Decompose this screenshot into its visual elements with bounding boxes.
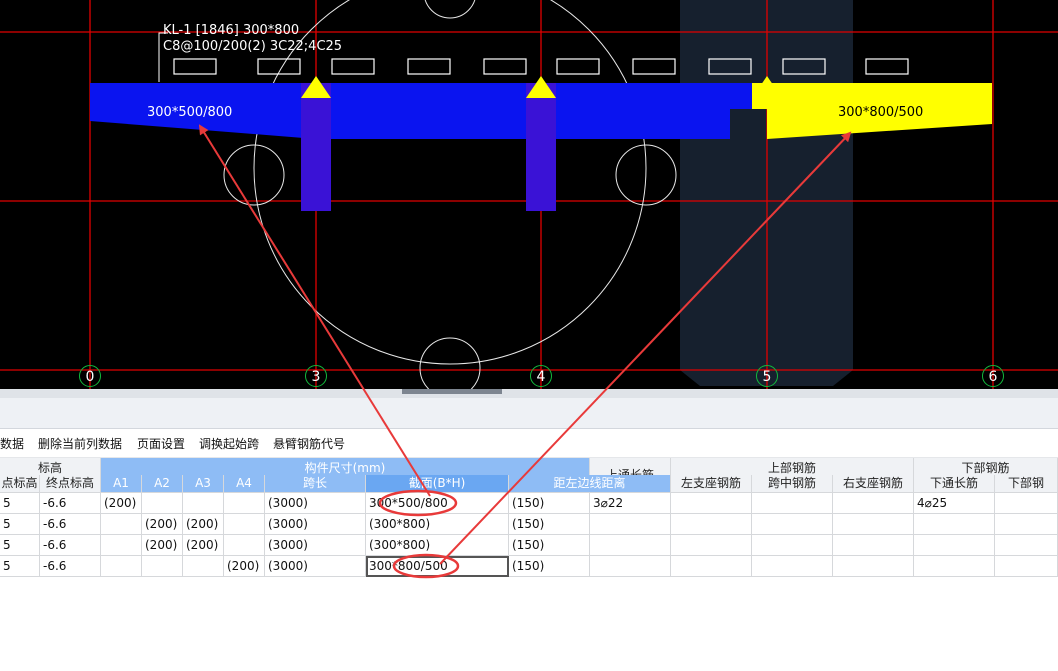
col-mid-span-rebar[interactable]: 跨中钢筋 — [752, 475, 833, 493]
table-cell[interactable] — [671, 514, 752, 535]
axis-marker: 0 — [79, 365, 101, 387]
panel-tab-strip — [0, 398, 1058, 429]
column-3[interactable] — [301, 83, 331, 211]
pile-circles — [223, 0, 677, 389]
table-cell[interactable]: (200) — [142, 535, 183, 556]
table-cell[interactable]: 5 — [0, 556, 40, 577]
col-bottom-rebar[interactable]: 下部钢 — [995, 475, 1058, 493]
cad-graphics — [0, 0, 1058, 389]
col-start-elevation[interactable]: 点标高 — [0, 475, 40, 493]
column-4[interactable] — [526, 83, 556, 211]
table-cell[interactable]: 5 — [0, 493, 40, 514]
table-cell[interactable] — [914, 535, 995, 556]
table-cell[interactable]: (3000) — [265, 556, 366, 577]
table-cell[interactable]: (150) — [509, 514, 590, 535]
table-cell[interactable] — [995, 493, 1058, 514]
table-cell[interactable]: (150) — [509, 493, 590, 514]
table-cell[interactable] — [752, 556, 833, 577]
axis-marker: 5 — [756, 365, 778, 387]
table-cell[interactable] — [914, 556, 995, 577]
table-cell[interactable]: (3000) — [265, 535, 366, 556]
table-cell[interactable]: (200) — [183, 535, 224, 556]
table-cell[interactable]: (200) — [101, 493, 142, 514]
splitter-grip[interactable] — [402, 389, 502, 394]
axis-marker: 3 — [305, 365, 327, 387]
table-cell[interactable] — [224, 493, 265, 514]
right-section-label: 300*800/500 — [838, 105, 924, 120]
table-cell[interactable] — [101, 535, 142, 556]
table-cell[interactable] — [142, 493, 183, 514]
panel-splitter[interactable] — [0, 389, 1058, 398]
delete-column-data-button[interactable]: 删除当前列数据 — [38, 435, 122, 452]
col-right-support-rebar[interactable]: 右支座钢筋 — [833, 475, 914, 493]
col-a4[interactable]: A4 — [224, 475, 265, 493]
table-cell[interactable]: (150) — [509, 535, 590, 556]
table-cell[interactable] — [101, 556, 142, 577]
table-cell[interactable] — [752, 535, 833, 556]
table-cell[interactable] — [995, 556, 1058, 577]
table-cell[interactable] — [142, 556, 183, 577]
table-cell[interactable] — [833, 556, 914, 577]
table-cell[interactable] — [671, 535, 752, 556]
table-cell[interactable]: (200) — [224, 556, 265, 577]
swap-start-span-button[interactable]: 调换起始跨 — [199, 435, 259, 452]
table-cell[interactable]: (3000) — [265, 514, 366, 535]
table-cell[interactable]: 5 — [0, 535, 40, 556]
table-cell[interactable]: -6.6 — [40, 493, 101, 514]
table-cell[interactable] — [995, 535, 1058, 556]
table-cell[interactable] — [833, 514, 914, 535]
table-cell[interactable]: (150) — [509, 556, 590, 577]
beam-span-table: 标高 构件尺寸(mm) 上通长筋 上部钢筋 下部钢筋 点标高终点标高A1A2A3… — [0, 458, 1058, 578]
active-section-cell[interactable]: 300*800/500 — [366, 556, 509, 577]
table-cell[interactable]: -6.6 — [40, 535, 101, 556]
table-cell[interactable] — [183, 493, 224, 514]
table-cell[interactable]: (300*800) — [366, 514, 509, 535]
table-cell[interactable] — [752, 514, 833, 535]
table-cell[interactable]: 3⌀22 — [590, 493, 671, 514]
table-cell[interactable] — [914, 514, 995, 535]
table-cell[interactable]: -6.6 — [40, 556, 101, 577]
table-cell[interactable]: (300*800) — [366, 535, 509, 556]
axis-marker: 4 — [530, 365, 552, 387]
axis-marker: 6 — [982, 365, 1004, 387]
col-end-elevation[interactable]: 终点标高 — [40, 475, 101, 493]
col-a3[interactable]: A3 — [183, 475, 224, 493]
table-cell[interactable] — [183, 556, 224, 577]
beam-rebar-label: C8@100/200(2) 3C22;4C25 — [163, 39, 343, 54]
col-bottom-through-rebar[interactable]: 下通长筋 — [914, 475, 995, 493]
col-span-length[interactable]: 跨长 — [265, 475, 366, 493]
table-cell[interactable]: (200) — [183, 514, 224, 535]
table-cell[interactable] — [671, 493, 752, 514]
table-cell[interactable]: (200) — [142, 514, 183, 535]
table-toolbar: 数据 删除当前列数据 页面设置 调换起始跨 悬臂钢筋代号 — [0, 429, 1058, 458]
table-cell[interactable] — [995, 514, 1058, 535]
table-cell[interactable] — [671, 556, 752, 577]
table-cell[interactable] — [590, 535, 671, 556]
table-cell[interactable] — [224, 514, 265, 535]
col-left-support-rebar[interactable]: 左支座钢筋 — [671, 475, 752, 493]
table-cell[interactable]: -6.6 — [40, 514, 101, 535]
col-a2[interactable]: A2 — [142, 475, 183, 493]
col-section[interactable]: 截面(B*H) — [366, 475, 509, 493]
left-section-label: 300*500/800 — [147, 105, 233, 120]
table-cell[interactable]: (3000) — [265, 493, 366, 514]
table-cell[interactable] — [101, 514, 142, 535]
cantilever-rebar-code-button[interactable]: 悬臂钢筋代号 — [273, 435, 345, 452]
col-a1[interactable]: A1 — [101, 475, 142, 493]
table-cell[interactable]: 4⌀25 — [914, 493, 995, 514]
page-setup-button[interactable]: 页面设置 — [137, 435, 185, 452]
table-cell[interactable] — [833, 493, 914, 514]
beam-name-label: KL-1 [1846] 300*800 — [163, 23, 300, 38]
table-cell[interactable] — [833, 535, 914, 556]
cad-drawing-canvas[interactable]: KL-1 [1846] 300*800 C8@100/200(2) 3C22;4… — [0, 0, 1058, 389]
toolbar-data-button[interactable]: 数据 — [0, 435, 24, 452]
table-cell[interactable] — [590, 556, 671, 577]
table-cell[interactable] — [752, 493, 833, 514]
table-cell[interactable] — [590, 514, 671, 535]
table-cell[interactable]: 300*500/800 — [366, 493, 509, 514]
col-left-edge-distance[interactable]: 距左边线距离 — [509, 475, 671, 493]
table-cell[interactable]: 5 — [0, 514, 40, 535]
table-cell[interactable] — [224, 535, 265, 556]
